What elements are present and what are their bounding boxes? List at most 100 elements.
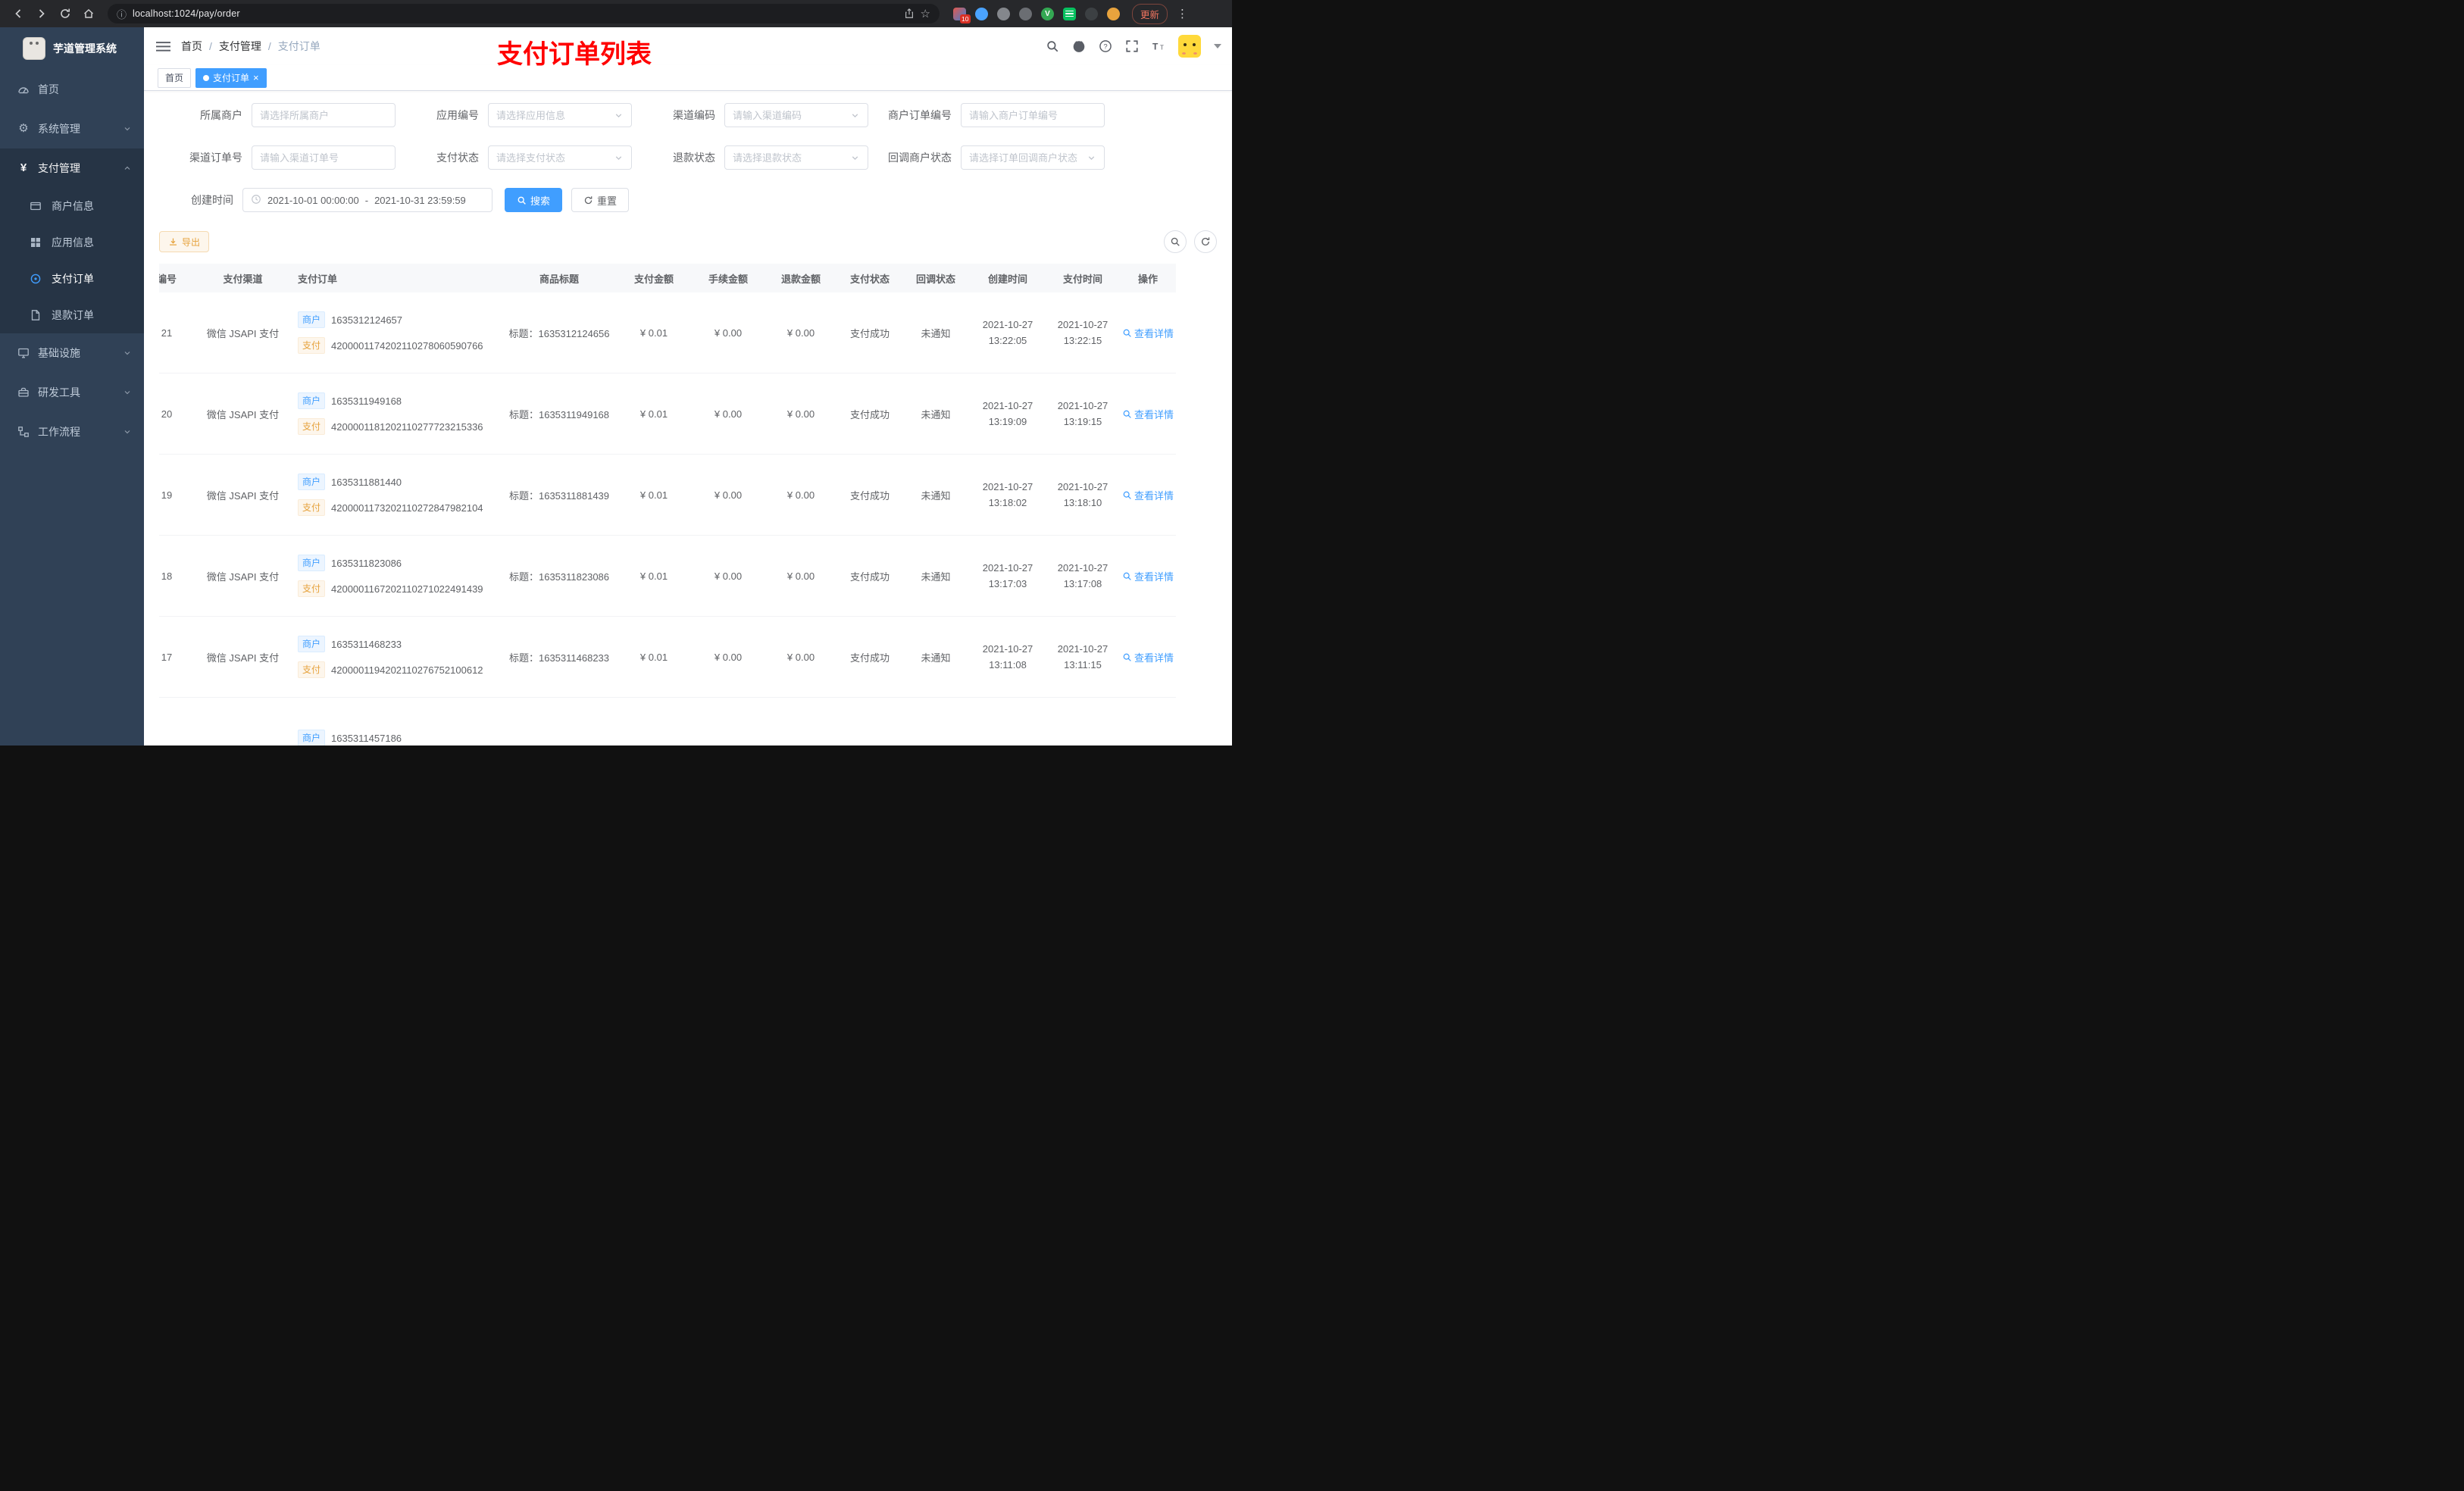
view-detail-link[interactable]: 查看详情 [1122, 650, 1174, 664]
cell-amount: ¥ 0.01 [639, 327, 668, 339]
sidebar-item-dev-tools[interactable]: 研发工具 [0, 373, 144, 412]
sidebar-item-system[interactable]: ⚙ 系统管理 [0, 109, 144, 148]
cell-pay-order: 商户 1635311949168 支付 42000011812021102777… [290, 374, 502, 454]
column-header: 商品标题 [539, 273, 579, 285]
home-icon[interactable] [78, 4, 98, 24]
cell-create-time: 2021-10-27 13:22:05 [982, 319, 1033, 346]
reload-icon[interactable] [55, 4, 75, 24]
svg-text:T: T [1160, 45, 1164, 52]
extension-icon[interactable]: V [1041, 7, 1054, 20]
extension-icon[interactable] [1019, 7, 1032, 20]
sidebar-toggle-icon[interactable] [156, 40, 170, 53]
browser-update-button[interactable]: 更新 [1132, 3, 1168, 24]
breadcrumb-pay[interactable]: 支付管理 [219, 39, 261, 54]
site-info-icon[interactable]: ⓘ [117, 7, 127, 21]
extension-icon[interactable]: 10 [953, 7, 971, 23]
sidebar-item-merchant-info[interactable]: 商户信息 [0, 188, 144, 224]
channel-code-select[interactable] [724, 103, 868, 127]
table-row: 18 微信 JSAPI 支付 商户 1635311823086 支付 42000… [159, 536, 1176, 617]
cell-id: 19 [161, 489, 173, 501]
extension-icon[interactable] [997, 7, 1010, 20]
extension-icon[interactable] [975, 7, 988, 20]
back-icon[interactable] [8, 4, 28, 24]
app-no-select[interactable] [488, 103, 632, 127]
flow-icon [17, 426, 30, 438]
table-header: 编号 支付渠道 支付订单 商品标题 支付金额 手续金额 退款金额 支付状态 回调状态 创建时间 支付… [159, 264, 1176, 292]
view-detail-link[interactable]: 查看详情 [1122, 407, 1174, 421]
caret-down-icon[interactable] [1214, 44, 1221, 48]
channel-order-no-input[interactable] [252, 145, 396, 170]
user-avatar[interactable] [1178, 35, 1201, 58]
breadcrumb-pay-order: 支付订单 [277, 40, 321, 52]
profile-avatar[interactable] [1107, 7, 1120, 20]
close-icon[interactable]: × [253, 73, 259, 83]
cell-amount: ¥ 0.01 [639, 408, 668, 420]
font-size-icon[interactable]: TT [1152, 39, 1165, 53]
cell-notify: 未通知 [921, 327, 951, 339]
reset-button[interactable]: 重置 [571, 188, 630, 212]
sidebar-item-refund-order[interactable]: 退款订单 [0, 297, 144, 333]
cell-refund: ¥ 0.00 [786, 489, 815, 501]
view-detail-link[interactable]: 查看详情 [1122, 569, 1174, 583]
extension-icon[interactable] [1063, 7, 1076, 20]
chevron-down-icon [614, 111, 624, 120]
cell-refund: ¥ 0.00 [786, 408, 815, 420]
extension-badge: 10 [959, 14, 971, 23]
cell-id [159, 698, 195, 746]
cell-action: 查看详情 [1119, 617, 1177, 697]
create-time-range[interactable]: 2021-10-01 00:00:00 - 2021-10-31 23:59:5… [242, 188, 492, 212]
tab-pay-order[interactable]: 支付订单 × [195, 67, 267, 88]
cell-pay-order: 商户 1635311823086 支付 42000011672021102710… [290, 536, 502, 616]
sidebar-item-workflow[interactable]: 工作流程 [0, 412, 144, 452]
search-button[interactable]: 搜索 [505, 188, 563, 212]
yen-icon: ¥ [20, 161, 27, 174]
sidebar-item-pay[interactable]: ¥ 支付管理 [0, 148, 144, 188]
cell-status: 支付成功 [849, 408, 890, 420]
sidebar-item-pay-order[interactable]: 支付订单 [0, 261, 144, 297]
merchant-order-no-input[interactable] [961, 103, 1105, 127]
cell-refund: ¥ 0.00 [786, 570, 815, 582]
pay-status-select[interactable] [488, 145, 632, 170]
merchant-badge: 商户 [298, 392, 326, 409]
search-icon[interactable] [1046, 39, 1059, 53]
help-icon[interactable]: ? [1099, 39, 1112, 53]
app-navbar: 首页 / 支付管理 / 支付订单 ? T T [144, 27, 1232, 65]
navbar-actions: ? TT [1046, 35, 1221, 58]
merchant-select[interactable] [252, 103, 396, 127]
bookmark-star-icon[interactable]: ☆ [921, 7, 930, 20]
refresh-button[interactable] [1194, 230, 1217, 253]
cell-channel: 微信 JSAPI 支付 [206, 327, 280, 339]
refund-status-select[interactable] [724, 145, 868, 170]
tab-home[interactable]: 首页 [158, 67, 192, 88]
chevron-down-icon [850, 153, 860, 163]
sidebar-menu: 首页 ⚙ 系统管理 ¥ 支付管理 商户信息 应用信息 支付订单 退款订单 基础设… [0, 70, 144, 452]
cell-notify: 未通知 [921, 408, 951, 420]
column-header: 手续金额 [708, 273, 748, 285]
github-icon[interactable] [1072, 39, 1086, 53]
sidebar-item-home[interactable]: 首页 [0, 70, 144, 109]
notify-status-select[interactable] [961, 145, 1105, 170]
view-detail-link[interactable]: 查看详情 [1122, 488, 1174, 502]
logo-avatar [23, 37, 45, 60]
extension-icon[interactable] [1085, 7, 1098, 20]
forward-icon[interactable] [31, 4, 52, 24]
address-bar[interactable]: ⓘ localhost:1024/pay/order ☆ [108, 4, 940, 23]
share-icon[interactable] [904, 8, 915, 19]
view-detail-link[interactable]: 查看详情 [1122, 326, 1174, 340]
cell-status [837, 698, 902, 746]
extensions-area: 10 V [953, 7, 1120, 23]
fullscreen-icon[interactable] [1125, 39, 1139, 53]
cell-create-time: 2021-10-27 13:17:03 [982, 562, 1033, 589]
cell-channel [195, 698, 290, 746]
browser-menu-icon[interactable]: ⋮ [1171, 7, 1191, 20]
sidebar-item-app-info[interactable]: 应用信息 [0, 224, 144, 261]
merchant-badge: 商户 [298, 474, 326, 490]
cell-create-time [969, 698, 1046, 746]
grid-icon [29, 236, 42, 248]
breadcrumb-home[interactable]: 首页 [181, 39, 202, 54]
dashboard-icon [17, 83, 30, 95]
sidebar-item-infra[interactable]: 基础设施 [0, 333, 144, 373]
cell-title: 标题：1635312124656 [508, 327, 610, 339]
toggle-search-button[interactable] [1164, 230, 1187, 253]
export-button[interactable]: 导出 [159, 231, 210, 252]
